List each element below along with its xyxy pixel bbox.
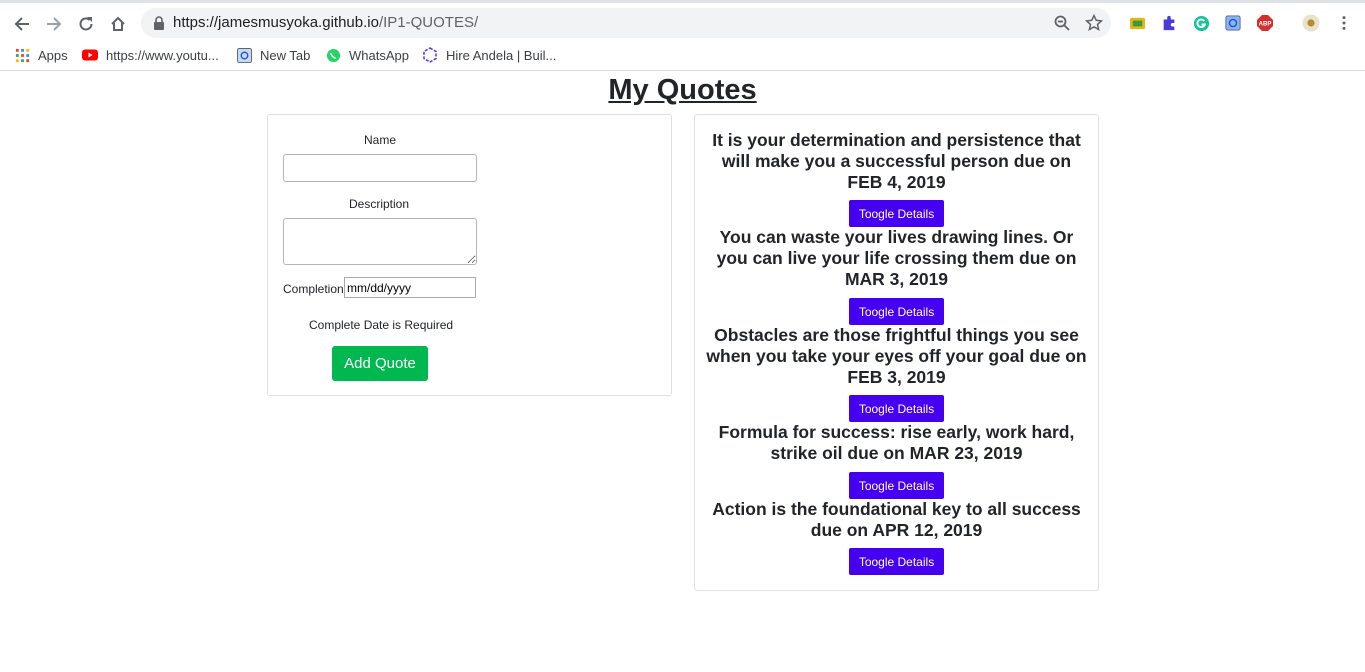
toggle-details-button[interactable]: Toogle Details bbox=[849, 472, 944, 499]
url-text: https://jamesmusyoka.github.io/IP1-QUOTE… bbox=[173, 14, 478, 31]
quote-text: You can waste your lives drawing lines. … bbox=[716, 227, 1077, 289]
apps-grid-icon bbox=[14, 47, 30, 63]
forward-arrow-icon bbox=[47, 17, 62, 31]
home-icon bbox=[111, 16, 125, 31]
bookmark-whatsapp[interactable]: WhatsApp bbox=[325, 45, 409, 65]
profile-avatar-icon[interactable] bbox=[1302, 14, 1320, 32]
validation-message: Complete Date is Required bbox=[309, 318, 454, 332]
extension-image-icon[interactable] bbox=[1128, 14, 1146, 32]
reload-icon bbox=[79, 17, 93, 31]
bookmark-new-tab[interactable]: New Tab bbox=[236, 45, 310, 65]
bookmark-andela[interactable]: Hire Andela | Buil... bbox=[422, 45, 556, 65]
newtab-icon bbox=[236, 47, 252, 63]
toggle-details-button[interactable]: Toogle Details bbox=[849, 298, 944, 325]
svg-text:ABP: ABP bbox=[1259, 22, 1272, 28]
quote-text: Obstacles are those frightful things you… bbox=[706, 325, 1087, 387]
home-button[interactable] bbox=[104, 10, 132, 38]
description-textarea[interactable] bbox=[283, 218, 477, 265]
toggle-details-button[interactable]: Toogle Details bbox=[849, 200, 944, 227]
bookmark-apps[interactable]: Apps bbox=[14, 45, 68, 65]
bookmark-label: WhatsApp bbox=[349, 47, 409, 63]
forward-button[interactable] bbox=[40, 10, 68, 38]
add-quote-button[interactable]: Add Quote bbox=[332, 346, 428, 381]
bookmark-label: https://www.youtu... bbox=[106, 47, 219, 63]
bookmark-label: Hire Andela | Buil... bbox=[446, 47, 557, 63]
andela-icon bbox=[422, 47, 438, 63]
description-label: Description bbox=[349, 197, 410, 211]
youtube-icon bbox=[82, 47, 98, 63]
url-path: /IP1-QUOTES/ bbox=[378, 14, 479, 31]
bookmark-label: New Tab bbox=[260, 47, 311, 63]
toggle-details-button[interactable]: Toogle Details bbox=[849, 548, 944, 575]
browser-toolbar: https://jamesmusyoka.github.io/IP1-QUOTE… bbox=[0, 0, 1365, 40]
name-label: Name bbox=[364, 133, 397, 147]
back-button[interactable] bbox=[8, 10, 36, 38]
whatsapp-icon bbox=[325, 47, 341, 63]
adblock-icon[interactable]: ABP bbox=[1256, 14, 1274, 32]
bookmarks-bar: Apps https://www.youtu... New Tab WhatsA… bbox=[0, 40, 1365, 71]
quote-text: It is your determination and persistence… bbox=[712, 130, 1081, 192]
toggle-details-button[interactable]: Toogle Details bbox=[849, 395, 944, 422]
puzzle-icon[interactable] bbox=[1160, 14, 1178, 32]
bookmark-youtube[interactable]: https://www.youtu... bbox=[82, 45, 219, 65]
back-arrow-icon bbox=[14, 17, 29, 31]
quote-text: Action is the foundational key to all su… bbox=[712, 499, 1081, 540]
star-icon[interactable] bbox=[1085, 14, 1103, 32]
completion-date-input[interactable]: mm/dd/yyyy bbox=[344, 277, 476, 298]
address-bar[interactable]: https://jamesmusyoka.github.io/IP1-QUOTE… bbox=[141, 8, 1111, 38]
refresh-extension-icon[interactable] bbox=[1224, 14, 1242, 32]
page-title: My Quotes bbox=[608, 74, 757, 106]
name-input[interactable] bbox=[283, 154, 477, 182]
url-host: https://jamesmusyoka.github.io bbox=[173, 14, 379, 31]
lock-icon bbox=[154, 16, 164, 30]
menu-dots-icon[interactable] bbox=[1335, 14, 1353, 32]
quote-text: Formula for success: rise early, work ha… bbox=[718, 422, 1075, 463]
bookmark-label: Apps bbox=[38, 47, 68, 63]
reload-button[interactable] bbox=[72, 10, 100, 38]
grammarly-icon[interactable] bbox=[1192, 14, 1210, 32]
completion-label: Completion bbox=[283, 282, 344, 296]
zoom-icon[interactable] bbox=[1053, 14, 1071, 32]
